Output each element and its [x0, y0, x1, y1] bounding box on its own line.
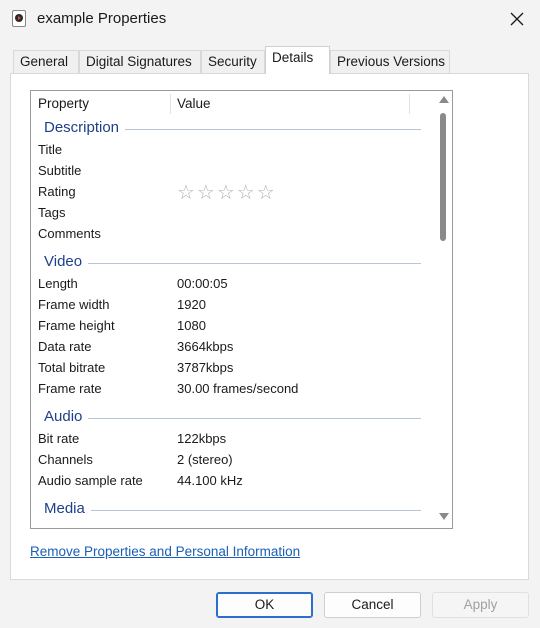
close-button[interactable] — [494, 0, 540, 38]
list-item[interactable]: Subtitle — [31, 160, 431, 181]
scroll-down-arrow-icon[interactable] — [439, 513, 449, 520]
group-title: Audio — [44, 408, 89, 425]
list-item[interactable]: Comments — [31, 223, 431, 244]
window-title: example Properties — [37, 10, 167, 27]
list-header: Property Value — [31, 91, 431, 116]
details-list[interactable]: Property Value Description Title Subtitl… — [30, 90, 453, 529]
group-video: Video — [31, 251, 431, 273]
scrollbar-thumb[interactable] — [440, 113, 446, 241]
tab-general[interactable]: General — [13, 50, 79, 74]
list-item[interactable]: Title — [31, 139, 431, 160]
list-item[interactable]: Channels 2 (stereo) — [31, 449, 431, 470]
title-bar: example Properties — [0, 0, 540, 38]
vertical-scrollbar[interactable] — [435, 91, 452, 528]
column-divider[interactable] — [170, 94, 171, 114]
column-header-value[interactable]: Value — [177, 96, 211, 111]
close-icon — [510, 12, 524, 26]
list-item[interactable]: Data rate 3664kbps — [31, 336, 431, 357]
list-item[interactable]: Length 00:00:05 — [31, 273, 431, 294]
list-item[interactable]: Tags — [31, 202, 431, 223]
list-item[interactable]: Frame width 1920 — [31, 294, 431, 315]
tab-previous-versions[interactable]: Previous Versions — [330, 50, 450, 74]
tab-security[interactable]: Security — [201, 50, 265, 74]
ok-button[interactable]: OK — [216, 592, 313, 618]
column-divider[interactable] — [409, 94, 410, 114]
list-item[interactable]: Frame height 1080 — [31, 315, 431, 336]
list-item[interactable]: Frame rate 30.00 frames/second — [31, 378, 431, 399]
scroll-up-arrow-icon[interactable] — [439, 96, 449, 103]
list-item[interactable]: Bit rate 122kbps — [31, 428, 431, 449]
group-audio: Audio — [31, 406, 431, 428]
list-item[interactable]: Audio sample rate 44.100 kHz — [31, 470, 431, 491]
media-file-icon — [12, 10, 26, 27]
details-panel: Property Value Description Title Subtitl… — [10, 73, 529, 580]
tab-details[interactable]: Details — [265, 46, 330, 74]
cancel-button[interactable]: Cancel — [324, 592, 421, 618]
list-item[interactable]: Total bitrate 3787kbps — [31, 357, 431, 378]
list-item[interactable]: Rating ☆☆☆☆☆ — [31, 181, 431, 204]
remove-properties-link[interactable]: Remove Properties and Personal Informati… — [30, 544, 300, 559]
group-title: Description — [44, 119, 126, 136]
group-title: Media — [44, 500, 91, 517]
group-media: Media — [31, 498, 431, 520]
column-header-property[interactable]: Property — [38, 96, 89, 111]
apply-button[interactable]: Apply — [432, 592, 529, 618]
group-description: Description — [31, 117, 431, 139]
group-title: Video — [44, 253, 89, 270]
tab-digital-signatures[interactable]: Digital Signatures — [79, 50, 201, 74]
